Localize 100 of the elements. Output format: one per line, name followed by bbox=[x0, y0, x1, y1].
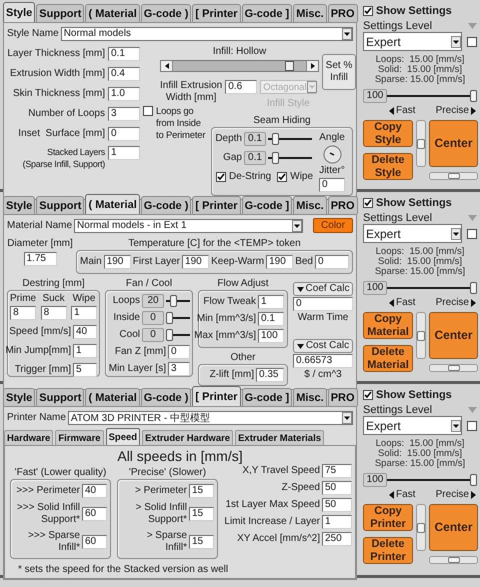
input-field[interactable]: 1.0 bbox=[108, 86, 140, 100]
checkbox[interactable] bbox=[467, 228, 477, 238]
input-field[interactable]: 15 bbox=[189, 535, 214, 549]
tab[interactable]: G-code ) bbox=[140, 196, 192, 214]
scrollbar[interactable] bbox=[416, 312, 426, 359]
tab[interactable]: G-code ] bbox=[242, 196, 292, 214]
input-field[interactable]: 0.1 bbox=[108, 46, 140, 60]
tab[interactable]: Firmware bbox=[55, 430, 104, 445]
scroll-right-button[interactable] bbox=[306, 61, 318, 71]
dropdown[interactable]: Normal models - in Ext 1 bbox=[74, 218, 303, 232]
tab[interactable]: Misc. bbox=[293, 4, 327, 22]
tab[interactable]: G-code ] bbox=[242, 4, 292, 22]
input-field[interactable]: 0 bbox=[319, 178, 346, 192]
tab[interactable]: [ Printer bbox=[192, 196, 241, 214]
input-field[interactable]: 250 bbox=[322, 532, 352, 546]
dropdown[interactable]: ATOM 3D PRINTER - 中型模型 bbox=[68, 410, 353, 424]
center-button[interactable]: Center bbox=[429, 312, 478, 359]
input-field[interactable]: 1 bbox=[258, 295, 284, 309]
tab[interactable]: PRO bbox=[328, 196, 358, 214]
checkbox[interactable] bbox=[277, 172, 288, 182]
checkbox[interactable] bbox=[363, 6, 373, 16]
slider-thumb[interactable] bbox=[470, 90, 477, 102]
input-field[interactable]: 50 bbox=[322, 481, 352, 495]
input-field[interactable]: 0 bbox=[314, 255, 349, 269]
input-field[interactable]: 8 bbox=[40, 306, 67, 320]
slider-thumb[interactable] bbox=[272, 152, 279, 164]
tab[interactable]: Style bbox=[3, 196, 36, 214]
dropdown[interactable]: Normal models bbox=[60, 26, 353, 40]
input-field[interactable]: 190 bbox=[266, 255, 294, 269]
slider-thumb[interactable] bbox=[470, 474, 477, 486]
slider-thumb[interactable] bbox=[166, 312, 173, 324]
center-button[interactable]: Center bbox=[429, 120, 478, 167]
checkbox[interactable] bbox=[363, 198, 373, 208]
scrollbar[interactable] bbox=[429, 364, 478, 372]
center-button[interactable]: Center bbox=[429, 504, 478, 551]
input-field[interactable]: 40 bbox=[82, 484, 107, 498]
calc-button[interactable]: Cost Calc bbox=[293, 339, 353, 353]
tab[interactable]: Hardware bbox=[4, 430, 54, 445]
slider-thumb[interactable] bbox=[272, 133, 279, 145]
tab[interactable]: G-code ) bbox=[140, 4, 192, 22]
dropdown[interactable]: Expert bbox=[363, 416, 462, 435]
slider-thumb[interactable] bbox=[166, 329, 173, 341]
input-field[interactable]: 0 bbox=[293, 297, 353, 311]
input-field[interactable]: 190 bbox=[182, 255, 210, 269]
copy-button[interactable]: Copy Material bbox=[363, 312, 413, 339]
checkbox[interactable] bbox=[143, 106, 153, 116]
tab[interactable]: PRO bbox=[328, 388, 358, 406]
checkbox[interactable] bbox=[467, 36, 477, 46]
tab[interactable]: Style bbox=[3, 2, 36, 22]
dropdown[interactable]: Expert bbox=[363, 32, 462, 51]
input-field[interactable]: 8 bbox=[10, 306, 36, 320]
input-field[interactable]: 15 bbox=[189, 484, 214, 498]
tab[interactable]: G-code ) bbox=[140, 388, 192, 406]
input-field[interactable]: 1 bbox=[73, 344, 97, 358]
tab[interactable]: Extruder Materials bbox=[235, 430, 324, 445]
delete-button[interactable]: Delete Printer bbox=[363, 537, 413, 564]
input-field[interactable]: 0 bbox=[108, 126, 140, 140]
tab[interactable]: ( Material bbox=[85, 4, 140, 22]
tab[interactable]: [ Printer bbox=[192, 4, 241, 22]
checkbox[interactable] bbox=[467, 420, 477, 430]
tab[interactable]: Support bbox=[36, 388, 84, 406]
copy-button[interactable]: Copy Printer bbox=[363, 504, 413, 531]
tab[interactable]: [ Printer bbox=[192, 386, 241, 406]
checkbox[interactable] bbox=[216, 172, 226, 182]
delete-button[interactable]: Delete Material bbox=[363, 345, 413, 372]
tab[interactable]: G-code ] bbox=[242, 388, 292, 406]
input-field[interactable]: 60 bbox=[82, 507, 107, 521]
input-field[interactable]: 60 bbox=[82, 535, 107, 549]
slider-thumb[interactable] bbox=[170, 295, 178, 307]
input-field[interactable]: 1.75 bbox=[24, 252, 56, 266]
slider[interactable] bbox=[166, 295, 190, 307]
slider-thumb[interactable] bbox=[470, 282, 477, 294]
input-field[interactable]: 3 bbox=[168, 362, 190, 376]
dropdown[interactable]: Expert bbox=[363, 224, 462, 243]
scrollbar[interactable] bbox=[429, 556, 478, 564]
input-field[interactable]: 0.4 bbox=[108, 66, 140, 80]
input-field[interactable]: 50 bbox=[322, 498, 352, 512]
copy-button[interactable]: Copy Style bbox=[363, 120, 413, 147]
input-field[interactable]: 75 bbox=[322, 464, 352, 478]
input-field[interactable]: 1 bbox=[71, 306, 97, 320]
input-field[interactable]: 100 bbox=[258, 329, 284, 343]
tab[interactable]: Style bbox=[3, 388, 36, 406]
input-field[interactable]: 0.35 bbox=[256, 368, 284, 382]
tab[interactable]: PRO bbox=[328, 4, 358, 22]
input-field[interactable]: 1 bbox=[322, 515, 352, 529]
input-field[interactable]: 40 bbox=[73, 325, 97, 339]
infill-slider[interactable] bbox=[173, 61, 306, 71]
tab[interactable]: ( Material bbox=[85, 388, 140, 406]
input-field[interactable]: 0.66573 bbox=[293, 354, 353, 368]
tab[interactable]: Support bbox=[36, 4, 84, 22]
calc-button[interactable]: Coef Calc bbox=[293, 282, 353, 296]
tab[interactable]: Extruder Hardware bbox=[142, 430, 234, 445]
tab[interactable]: Support bbox=[36, 196, 84, 214]
scrollbar[interactable] bbox=[429, 172, 478, 180]
input-field[interactable]: 3 bbox=[108, 106, 140, 120]
tab[interactable]: ( Material bbox=[85, 194, 140, 214]
tab[interactable]: Misc. bbox=[293, 388, 327, 406]
scroll-left-button[interactable] bbox=[161, 61, 173, 71]
input-field[interactable]: 190 bbox=[104, 255, 131, 269]
tab[interactable]: Misc. bbox=[293, 196, 327, 214]
